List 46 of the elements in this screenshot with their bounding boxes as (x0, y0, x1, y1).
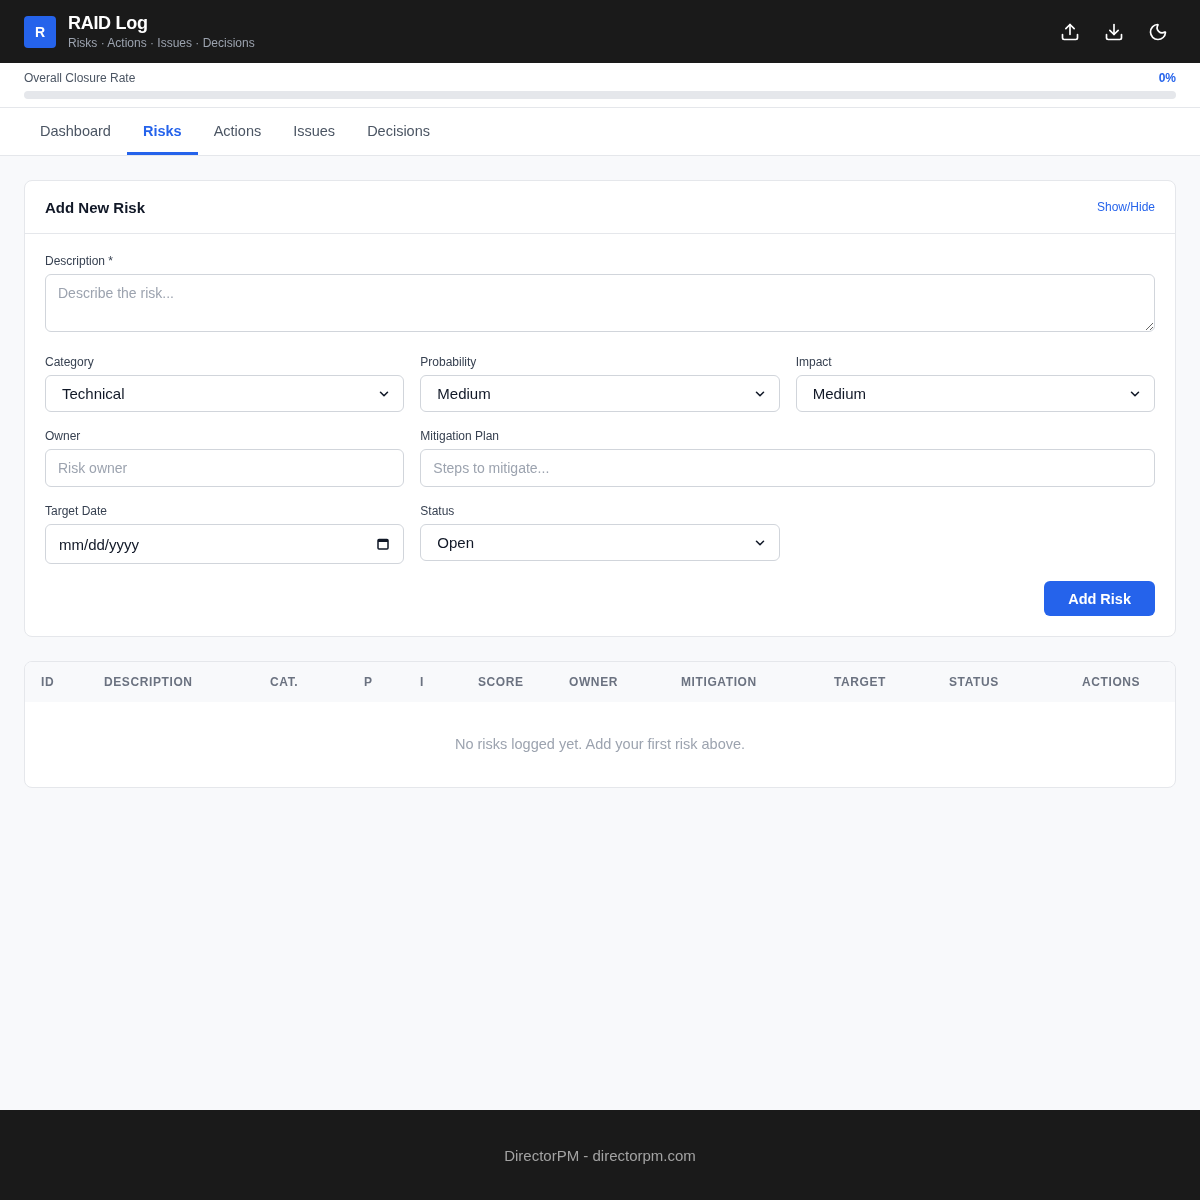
select-field[interactable]: Open (420, 524, 780, 561)
column-header: STATUS (933, 662, 1066, 702)
card-title: Add New Risk (45, 198, 146, 216)
submit-button[interactable]: Add Risk (1044, 581, 1155, 616)
progress-percentage: 0% (1158, 71, 1176, 85)
upload-icon[interactable] (1060, 21, 1080, 42)
field-label: Probability (420, 354, 478, 370)
input-field[interactable]: Risk owner (45, 449, 405, 487)
field-label: Status (420, 503, 456, 519)
show-hide-link[interactable]: Show/Hide (1096, 200, 1155, 214)
select-field[interactable]: Technical (45, 375, 405, 412)
progress-label: Overall Closure Rate (24, 71, 136, 85)
field-label: Mitigation Plan (420, 428, 501, 444)
column-header: ACTIONS (1066, 662, 1175, 702)
column-header: CAT. (254, 662, 348, 702)
field-label: Description * (45, 253, 115, 269)
column-header: MITIGATION (665, 662, 818, 702)
footer-text: DirectorPM - directorpm.com (504, 1146, 696, 1164)
app-logo: R (24, 15, 56, 48)
tab[interactable]: Dashboard (24, 108, 127, 155)
column-header: TARGET (818, 662, 933, 702)
column-header: ID (25, 662, 88, 702)
select-field[interactable]: Medium (420, 375, 780, 412)
field-label: Category (45, 354, 95, 370)
tab[interactable]: Risks (126, 108, 198, 155)
field-label: Target Date (45, 503, 109, 519)
column-header: P (348, 662, 404, 702)
tab[interactable]: Actions (197, 108, 278, 155)
download-icon[interactable] (1104, 21, 1124, 42)
description-field[interactable]: Describe the risk... (45, 274, 1155, 332)
app-subtitle: Risks · Actions · Issues · Decisions (68, 36, 255, 51)
column-header: SCORE (462, 662, 553, 702)
moon-icon[interactable] (1148, 21, 1168, 42)
column-header: DESCRIPTION (88, 662, 254, 702)
tab[interactable]: Decisions (351, 108, 446, 155)
select-field[interactable]: Medium (795, 375, 1155, 412)
app-title: RAID Log (68, 12, 149, 34)
column-header: OWNER (553, 662, 665, 702)
calendar-icon[interactable] (377, 538, 390, 550)
input-field[interactable]: Steps to mitigate... (420, 449, 1155, 487)
column-header: I (404, 662, 462, 702)
date-field[interactable]: mm/dd/yyyy (45, 524, 405, 564)
empty-message: No risks logged yet. Add your first risk above. (454, 736, 746, 752)
tab[interactable]: Issues (277, 108, 352, 155)
field-label: Owner (45, 428, 82, 444)
field-label: Impact (795, 354, 833, 370)
